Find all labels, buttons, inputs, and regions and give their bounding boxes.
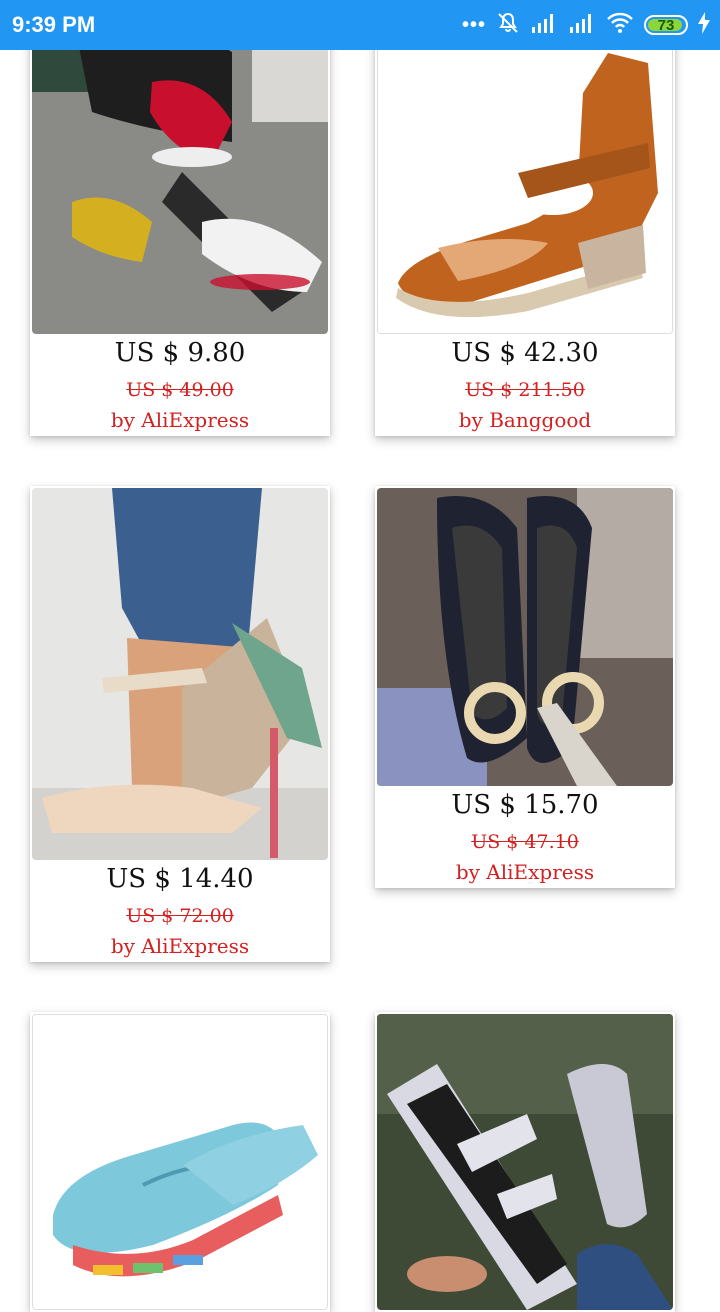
dots-icon: ••• (461, 13, 486, 36)
product-card[interactable]: US $ 14.40 US $ 72.00 by AliExpress (30, 486, 330, 962)
product-price: US $ 9.80 (114, 338, 246, 368)
product-image-blue-loafers[interactable] (32, 1014, 328, 1310)
product-card[interactable]: US $ 9.80 US $ 49.00 by AliExpress (30, 0, 330, 436)
product-old-price: US $ 47.10 (471, 831, 579, 853)
product-image-floral-heels[interactable] (32, 488, 328, 860)
product-card[interactable] (375, 1012, 675, 1312)
product-seller: by Banggood (458, 408, 592, 432)
product-old-price: US $ 72.00 (126, 905, 234, 927)
status-time: 9:39 PM (12, 12, 96, 37)
product-seller: by AliExpress (110, 408, 250, 432)
battery-level: 73 (657, 16, 675, 34)
charging-icon (698, 11, 710, 39)
mute-icon (496, 11, 520, 40)
status-bar: 9:39 PM ••• 73 (0, 0, 720, 50)
product-image-glitter-platform[interactable] (377, 1014, 673, 1310)
wifi-icon (606, 12, 634, 39)
product-seller: by AliExpress (110, 934, 250, 958)
product-price: US $ 15.70 (451, 790, 599, 820)
product-old-price: US $ 49.00 (126, 379, 234, 401)
signal-icon (530, 12, 558, 39)
product-image-sneakers[interactable] (32, 0, 328, 334)
product-price: US $ 42.30 (451, 338, 599, 368)
product-price: US $ 14.40 (106, 864, 254, 894)
product-old-price: US $ 211.50 (465, 379, 585, 401)
battery-icon: 73 (644, 15, 688, 35)
product-image-tweed-flats[interactable] (377, 488, 673, 786)
signal-icon (568, 12, 596, 39)
product-card[interactable] (30, 1012, 330, 1312)
product-seller: by AliExpress (455, 860, 595, 884)
product-card[interactable]: US $ 42.30 US $ 211.50 by Banggood (375, 0, 675, 436)
product-card[interactable]: US $ 15.70 US $ 47.10 by AliExpress (375, 486, 675, 888)
product-image-wedge-sandal[interactable] (377, 0, 673, 334)
status-icons: ••• 73 (462, 10, 710, 40)
